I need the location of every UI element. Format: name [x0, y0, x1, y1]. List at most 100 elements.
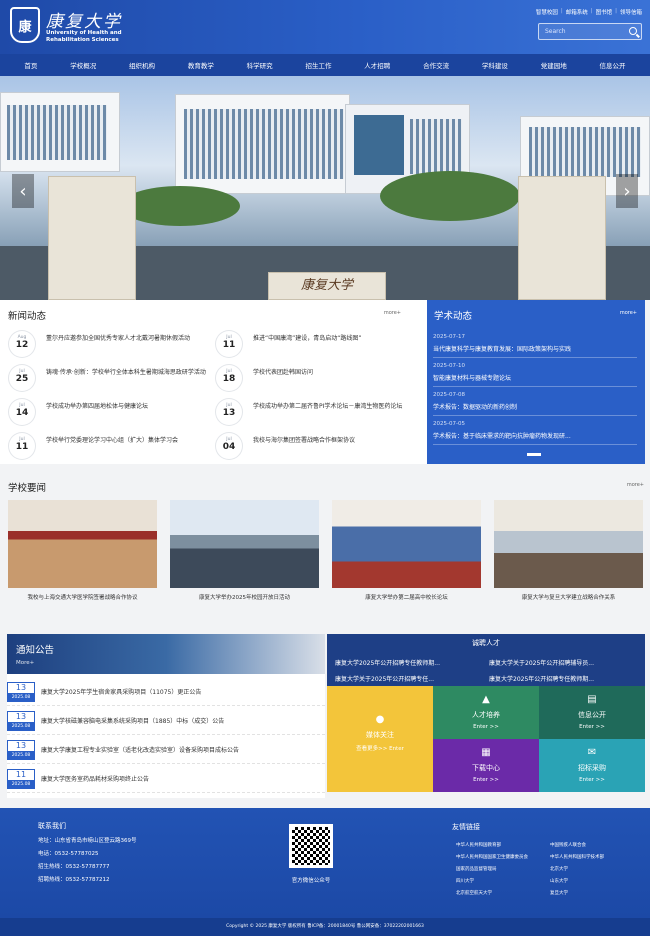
academic-more-link[interactable]: more+	[620, 310, 637, 316]
link-email[interactable]: 邮箱系统	[566, 8, 588, 16]
recruit-item[interactable]: 康复大学关于2025年公开招聘专任...	[335, 674, 434, 683]
tile-enter: Enter >>	[473, 724, 499, 730]
nav-info[interactable]: 信息公开	[600, 60, 626, 70]
notice-month: 2025.08	[8, 693, 34, 702]
contact-block: 联系我们 地址：山东省青岛市崂山区登云路369号 电话：0532-5778702…	[38, 820, 137, 887]
nav-education[interactable]: 教育教学	[188, 60, 214, 70]
academic-item[interactable]: 2025-07-17 当代康复科学与康复教育发展：国际政策架构与实践	[433, 332, 637, 358]
notice-title: 康复大学医务室药品耗材采购项终止公告	[41, 776, 150, 783]
tile-enter: Enter >>	[579, 777, 605, 783]
friend-link[interactable]: 中华人民共和国教育部	[456, 842, 501, 848]
notice-item[interactable]: 13 2025.08 康复大学2025年学生宿舍家具采购项目（11075）更正公告	[7, 678, 325, 706]
university-logo-icon[interactable]: 康	[10, 7, 40, 43]
date-day: 14	[15, 408, 29, 418]
news-photo[interactable]	[8, 500, 157, 588]
news-section: 新闻动态 more+ Aug 12 董尔丹应邀参加全国优秀专家人才北戴河暑期休假活动…	[0, 300, 427, 464]
main-nav: 首页 学校概况 组织机构 教育教学 科学研究 招生工作 人才招聘 合作交流 学科…	[0, 54, 650, 76]
section-title: 学校要闻	[8, 483, 47, 494]
notice-month: 2025.08	[8, 751, 34, 760]
carousel-indicator[interactable]	[527, 453, 541, 456]
academic-date: 2025-07-17	[433, 334, 465, 340]
section-title: 通知公告	[16, 645, 55, 656]
nav-recruitment[interactable]: 人才招聘	[364, 60, 390, 70]
friend-link[interactable]: 中华人民共和国科学技术部	[550, 854, 604, 860]
tile-bidding[interactable]: ✉ 招标采购 Enter >>	[539, 739, 645, 792]
nav-research[interactable]: 科学研究	[247, 60, 273, 70]
friend-link[interactable]: 中国残疾人联合会	[550, 842, 586, 848]
tile-enter: 查看更多>> Enter	[356, 746, 404, 752]
tile-download[interactable]: ▦ 下载中心 Enter >>	[433, 739, 539, 792]
news-item[interactable]: Jul 11 推进“中国康湾”建设，青岛启动“路线图”	[215, 330, 415, 358]
tile-info[interactable]: ▤ 信息公开 Enter >>	[539, 686, 645, 739]
friend-link[interactable]: 山东大学	[550, 878, 568, 884]
news-item[interactable]: Jul 13 学校成功举办第二届齐鲁PI学术论坛－康湾生物医药论坛	[215, 398, 415, 426]
tile-media[interactable]: ● 媒体关注 查看更多>> Enter	[327, 686, 433, 792]
section-title: 新闻动态	[8, 311, 47, 322]
nav-organization[interactable]: 组织机构	[129, 60, 155, 70]
wechat-qr-code	[289, 824, 333, 868]
mail-icon: ✉	[587, 747, 597, 758]
prev-arrow-icon[interactable]: ‹	[12, 174, 34, 208]
recruit-item[interactable]: 康复大学2025年公开招聘专任教师期...	[489, 674, 594, 683]
next-arrow-icon[interactable]: ›	[616, 174, 638, 208]
trees	[380, 171, 520, 221]
news-item[interactable]: Jul 18 学校代表团赴韩国访问	[215, 364, 415, 392]
friend-link[interactable]: 四川大学	[456, 878, 474, 884]
phone: 电话：0532-57787025	[38, 851, 99, 857]
photo-caption[interactable]: 我校与上海交通大学医学院签署战略合作协议	[8, 593, 157, 601]
friend-link[interactable]: 复旦大学	[550, 890, 568, 896]
clipboard-icon: ▤	[587, 694, 597, 705]
notice-header: 通知公告 More+	[7, 634, 325, 674]
notice-item[interactable]: 13 2025.08 康复大学核磁兼容脑电采集系统采购项目（1885）中标（成交）公…	[7, 707, 325, 735]
link-smart-campus[interactable]: 智慧校园	[536, 8, 558, 16]
academic-item[interactable]: 2025-07-05 学术报告：基于临床需求的靶向抗肿瘤药物发现研...	[433, 419, 637, 445]
academic-item[interactable]: 2025-07-08 学术报告：数据驱动的新药创制	[433, 390, 637, 416]
news-item[interactable]: Jul 11 学校举行党委理论学习中心组（扩大）集体学习会	[8, 432, 208, 460]
lightbulb-icon: ●	[375, 714, 385, 725]
nav-about[interactable]: 学校概况	[70, 60, 96, 70]
news-title: 董尔丹应邀参加全国优秀专家人才北戴河暑期休假活动	[46, 335, 191, 342]
tile-enter: Enter >>	[473, 777, 499, 783]
news-photo[interactable]	[170, 500, 319, 588]
news-item[interactable]: Aug 12 董尔丹应邀参加全国优秀专家人才北戴河暑期休假活动	[8, 330, 208, 358]
nav-admission[interactable]: 招生工作	[305, 60, 331, 70]
friend-link[interactable]: 中华人民共和国国家卫生健康委员会	[456, 854, 528, 860]
address: 地址：山东省青岛市崂山区登云路369号	[38, 838, 137, 844]
news-item[interactable]: Jul 14 学校成功举办第四届地松体与健康论坛	[8, 398, 208, 426]
photo-caption[interactable]: 康复大学与复旦大学建立战略合作关系	[494, 593, 643, 601]
news-title: 学校举行党委理论学习中心组（扩大）集体学习会	[46, 437, 179, 444]
search-icon[interactable]	[629, 27, 637, 35]
tile-talent[interactable]: ▲ 人才培养 Enter >>	[433, 686, 539, 739]
photo-caption[interactable]: 康复大学举办2025年校园开放日活动	[170, 593, 319, 601]
notice-item[interactable]: 11 2025.08 康复大学医务室药品耗材采购项终止公告	[7, 765, 325, 793]
key-news-more-link[interactable]: more+	[627, 482, 644, 488]
university-name-en: University of Health and Rehabilitation S…	[46, 30, 122, 44]
notice-day: 13	[15, 712, 27, 721]
link-library[interactable]: 图书馆	[596, 8, 613, 16]
header: 康 康复大学 University of Health and Rehabilit…	[0, 0, 650, 54]
news-item[interactable]: Jul 04 我校与海尔集团签署战略合作框架协议	[215, 432, 415, 460]
recruit-item[interactable]: 康复大学2025年公开招聘专任教师期...	[335, 658, 440, 667]
news-photo[interactable]	[332, 500, 481, 588]
news-item[interactable]: Jul 25 铸魂·传承·创新：学校举行全体本科生暑期城海思政研学活动	[8, 364, 208, 392]
friend-link[interactable]: 国家药品监督管理局	[456, 866, 497, 872]
news-more-link[interactable]: more+	[384, 310, 401, 316]
notice-more-link[interactable]: More+	[16, 660, 34, 666]
news-title: 我校与海尔集团签署战略合作框架协议	[253, 437, 356, 444]
friend-link[interactable]: 北京航空航天大学	[456, 890, 492, 896]
graduation-cap-icon: ▲	[482, 694, 490, 705]
admission-phone: 招生热线：0532-57787777	[38, 864, 110, 870]
news-photo[interactable]	[494, 500, 643, 588]
friend-link[interactable]: 北京大学	[550, 866, 568, 872]
nav-cooperation[interactable]: 合作交流	[423, 60, 449, 70]
search-input[interactable]	[539, 24, 623, 39]
recruit-item[interactable]: 康复大学关于2025年公开招聘辅导员...	[489, 658, 594, 667]
photo-caption[interactable]: 康复大学举办第二届高中校长论坛	[332, 593, 481, 601]
nav-discipline[interactable]: 学科建设	[482, 60, 508, 70]
link-leader-mailbox[interactable]: 领导信箱	[620, 8, 642, 16]
nav-party[interactable]: 党建园地	[541, 60, 567, 70]
academic-item[interactable]: 2025-07-10 智能康复材料与器械专题论坛	[433, 361, 637, 387]
tile-label: 人才培养	[472, 711, 500, 719]
notice-item[interactable]: 13 2025.08 康复大学康复工程专业实验室（适老化改造实验室）设备采购项目成标…	[7, 736, 325, 764]
nav-home[interactable]: 首页	[24, 60, 37, 70]
